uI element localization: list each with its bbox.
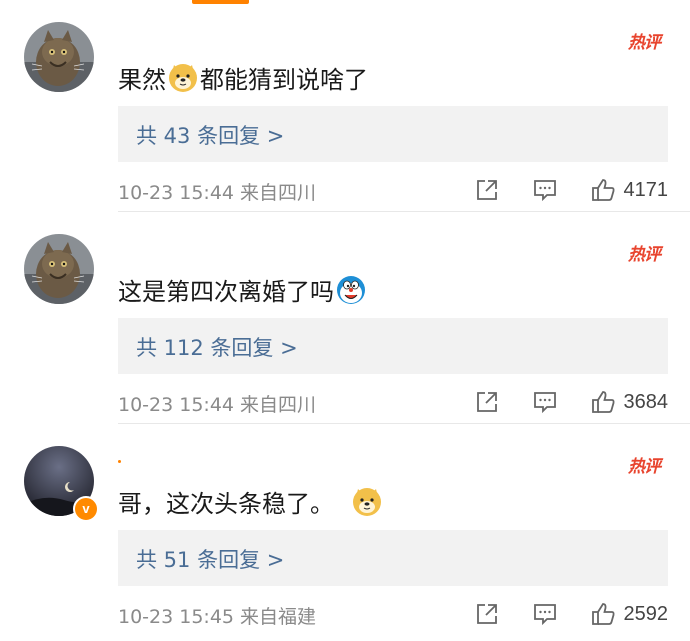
comment-meta: 10-23 15:44 来自四川	[118, 182, 317, 204]
avatar[interactable]	[24, 234, 94, 304]
comment-item: v 热评 哥，这次头条稳了。 共 51 条回复 > 10-23 15:45 来自…	[0, 424, 690, 636]
hot-comment-badge: 热评	[628, 33, 661, 53]
comment-icon[interactable]	[532, 601, 558, 627]
username-marker	[118, 460, 121, 463]
comment-item: 热评 这是第四次离婚了吗 共 112 条回复 > 10-23 15:44 来自四…	[0, 212, 690, 424]
like-count: 4171	[623, 178, 669, 201]
thumbs-up-icon	[590, 601, 616, 627]
comment-text-part: 都能猜到说啥了	[200, 66, 368, 94]
replies-count-label: 共 43 条回复 >	[136, 124, 285, 148]
thumbs-up-icon	[590, 177, 616, 203]
comment-text: 这是第四次离婚了吗	[118, 272, 368, 307]
comment-text-part: 哥，这次头条稳了。	[118, 490, 334, 518]
comment-meta: 10-23 15:44 来自四川	[118, 394, 317, 416]
replies-count-label: 共 51 条回复 >	[136, 548, 285, 572]
like-button[interactable]: 4171	[590, 177, 669, 203]
hot-comment-badge: 热评	[628, 245, 661, 265]
comment-item: 热评 果然 都能猜到说啥了 共 43 条回复 > 10-23 15:44 来自四…	[0, 0, 690, 212]
comment-actions: 3684	[474, 386, 669, 418]
cat-avatar-image	[24, 234, 94, 304]
share-icon[interactable]	[474, 177, 500, 203]
comment-icon[interactable]	[532, 389, 558, 415]
comment-meta: 10-23 15:45 来自福建	[118, 606, 317, 628]
doraemon-emoji-icon	[336, 275, 366, 305]
comment-text: 果然 都能猜到说啥了	[118, 60, 368, 95]
doge-emoji-icon	[168, 63, 198, 93]
like-button[interactable]: 2592	[590, 601, 669, 627]
comment-text-part: 果然	[118, 66, 166, 94]
comment-actions: 2592	[474, 598, 669, 630]
avatar[interactable]	[24, 22, 94, 92]
comment-text-part: 这是第四次离婚了吗	[118, 278, 334, 306]
like-count: 3684	[623, 390, 669, 413]
doge-emoji-icon	[352, 487, 382, 517]
verified-badge: v	[73, 496, 99, 522]
share-icon[interactable]	[474, 601, 500, 627]
thumbs-up-icon	[590, 389, 616, 415]
comment-actions: 4171	[474, 174, 669, 206]
replies-button[interactable]: 共 43 条回复 >	[118, 106, 668, 162]
comment-text: 哥，这次头条稳了。	[118, 484, 384, 519]
cat-avatar-image	[24, 22, 94, 92]
replies-button[interactable]: 共 112 条回复 >	[118, 318, 668, 374]
replies-button[interactable]: 共 51 条回复 >	[118, 530, 668, 586]
share-icon[interactable]	[474, 389, 500, 415]
comment-icon[interactable]	[532, 177, 558, 203]
like-button[interactable]: 3684	[590, 389, 669, 415]
replies-count-label: 共 112 条回复 >	[136, 336, 298, 360]
hot-comment-badge: 热评	[628, 457, 661, 477]
like-count: 2592	[623, 602, 669, 625]
